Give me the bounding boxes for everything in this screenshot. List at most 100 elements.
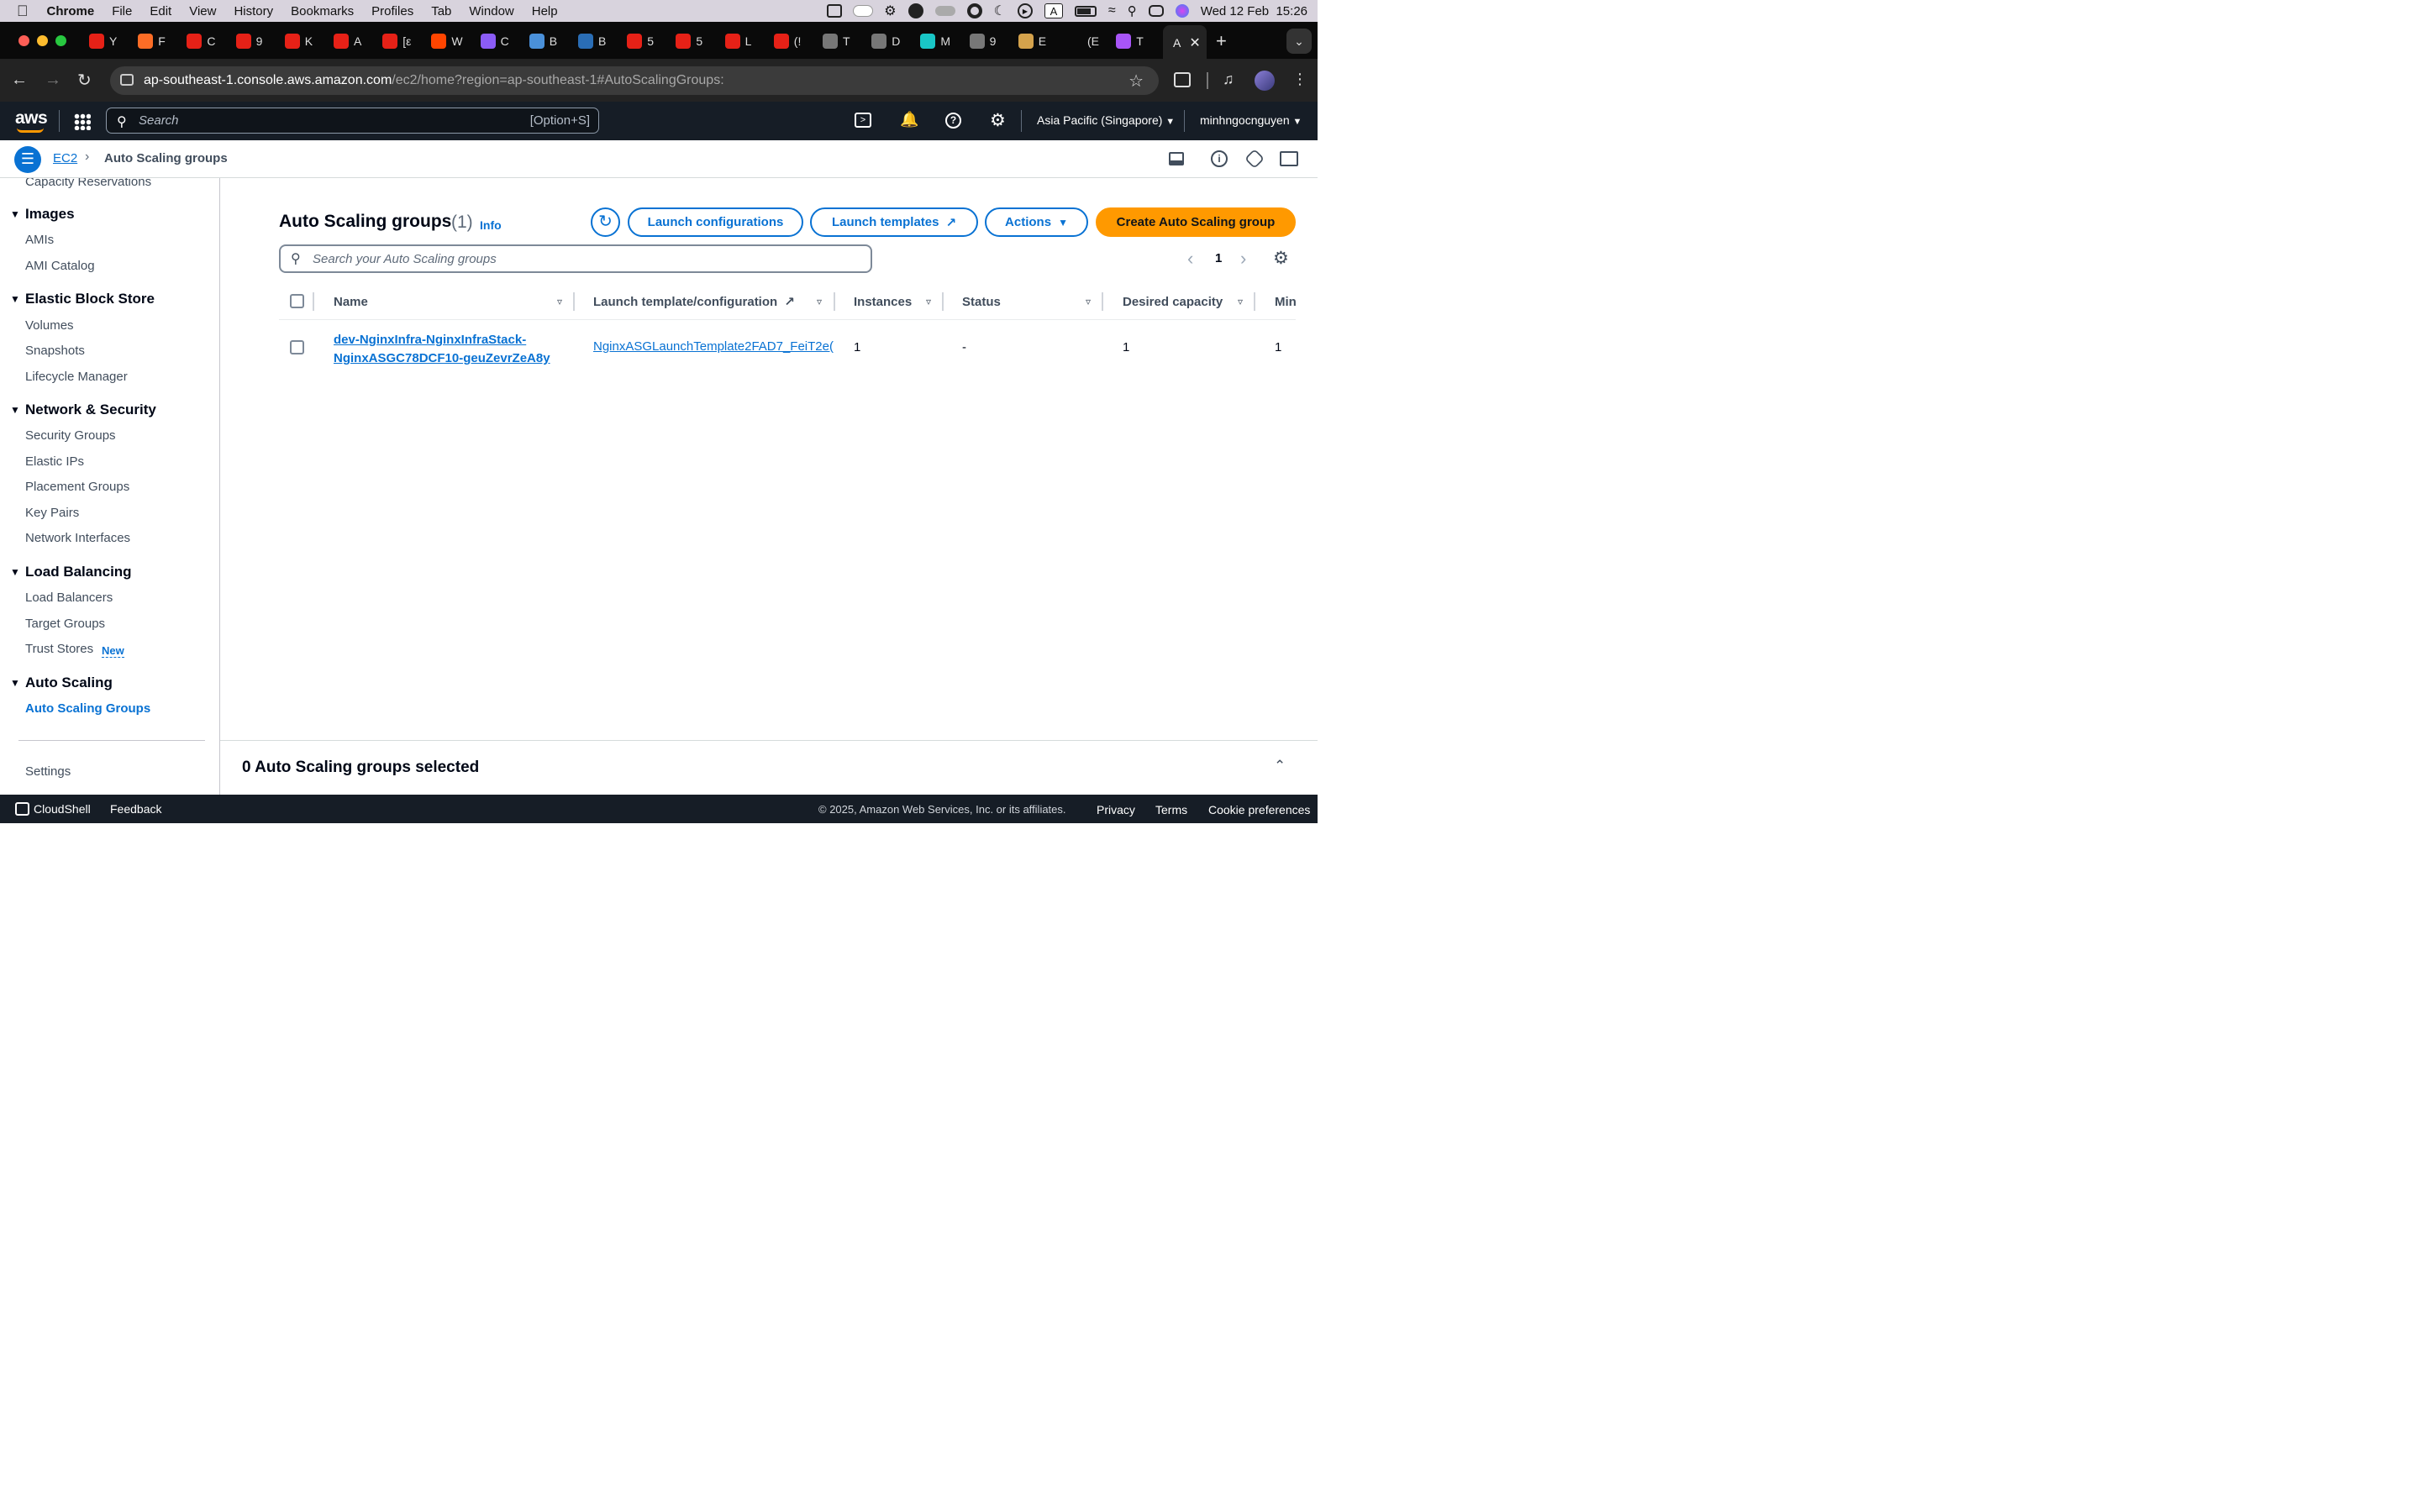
cloud-outline-icon[interactable]: [934, 6, 955, 16]
aws-search-bar[interactable]: ⚲ Search [Option+S]: [106, 108, 599, 134]
settings-gear-icon[interactable]: ⚙: [990, 110, 1006, 131]
menu-help[interactable]: Help: [532, 4, 558, 18]
url-bar[interactable]: ap-southeast-1.console.aws.amazon.com/ec…: [110, 66, 1159, 95]
browser-tab[interactable]: 9: [235, 29, 262, 54]
region-selector[interactable]: Asia Pacific (Singapore) ▼: [1037, 113, 1175, 127]
notifications-bell-icon[interactable]: 🔔: [900, 111, 918, 129]
hamburger-menu-icon[interactable]: ☰: [14, 146, 41, 173]
column-divider[interactable]: [573, 292, 575, 311]
panel-toggle-icon[interactable]: [1169, 152, 1184, 165]
sidebar-item-auto-scaling-groups[interactable]: Auto Scaling Groups: [25, 701, 150, 716]
tab-search-button[interactable]: ⌄: [1286, 29, 1312, 54]
sidebar-item-volumes[interactable]: Volumes: [25, 318, 74, 333]
browser-tab[interactable]: 5: [627, 29, 654, 54]
browser-tab[interactable]: B: [578, 29, 606, 54]
browser-tab[interactable]: W: [431, 29, 463, 54]
browser-tab[interactable]: E: [1018, 29, 1046, 54]
sidebar-item-security-groups[interactable]: Security Groups: [25, 428, 116, 443]
browser-tab[interactable]: M: [920, 29, 950, 54]
browser-tab[interactable]: C: [187, 29, 216, 54]
column-header-min[interactable]: Min: [1275, 292, 1296, 311]
site-info-icon[interactable]: [120, 74, 134, 86]
extensions-icon[interactable]: [1174, 72, 1191, 87]
sidebar-item-placement-groups[interactable]: Placement Groups: [25, 480, 129, 494]
cloud-icon[interactable]: [854, 6, 873, 16]
sidebar-section-images[interactable]: ▼ Images: [10, 206, 75, 223]
row-checkbox[interactable]: [290, 340, 304, 354]
browser-tab[interactable]: Y: [89, 29, 117, 54]
active-tab[interactable]: A ✕: [1163, 25, 1207, 60]
feature-panel-icon[interactable]: [1244, 148, 1265, 170]
input-source-icon[interactable]: A: [1044, 3, 1063, 18]
actions-button[interactable]: Actions ▼: [985, 207, 1088, 237]
sidebar-section-ebs[interactable]: ▼ Elastic Block Store: [10, 291, 155, 307]
control-center-icon[interactable]: [1148, 5, 1164, 17]
sort-icon[interactable]: ▿: [1086, 296, 1091, 307]
sidebar-section-network-security[interactable]: ▼ Network & Security: [10, 402, 156, 418]
spotlight-icon[interactable]: ⚲: [1128, 3, 1137, 18]
tutorial-panel-icon[interactable]: [1280, 151, 1298, 166]
browser-tab[interactable]: B: [529, 29, 557, 54]
cookie-preferences-link[interactable]: Cookie preferences: [1208, 803, 1310, 816]
menu-bookmarks[interactable]: Bookmarks: [291, 4, 354, 18]
chevron-up-icon[interactable]: ⌃: [1274, 758, 1286, 774]
browser-tab[interactable]: (!: [773, 29, 801, 54]
sidebar-item-ami-catalog[interactable]: AMI Catalog: [25, 259, 95, 273]
sidebar-item-key-pairs[interactable]: Key Pairs: [25, 506, 79, 520]
close-window-button[interactable]: [18, 35, 29, 46]
sort-icon[interactable]: ▿: [1238, 296, 1243, 307]
browser-tab[interactable]: C: [480, 29, 509, 54]
launch-template-link[interactable]: NginxASGLaunchTemplate2FAD7_FeiT2e(: [593, 339, 834, 354]
privacy-link[interactable]: Privacy: [1097, 803, 1135, 816]
menu-profiles[interactable]: Profiles: [371, 4, 413, 18]
menu-view[interactable]: View: [189, 4, 216, 18]
breadcrumb-ec2[interactable]: EC2: [53, 151, 77, 165]
siri-icon[interactable]: [1175, 4, 1189, 18]
column-divider[interactable]: [942, 292, 944, 311]
column-divider[interactable]: [1254, 292, 1255, 311]
browser-tab[interactable]: D: [871, 29, 900, 54]
sidebar-item-snapshots[interactable]: Snapshots: [25, 344, 85, 358]
browser-tab[interactable]: K: [284, 29, 313, 54]
minimize-window-button[interactable]: [37, 35, 48, 46]
refresh-button[interactable]: ↻: [591, 207, 620, 237]
browser-tab[interactable]: L: [724, 29, 751, 54]
aws-logo[interactable]: aws: [15, 108, 48, 129]
sidebar-item-amis[interactable]: AMIs: [25, 233, 54, 247]
play-icon[interactable]: ▶: [1017, 3, 1033, 18]
browser-tab[interactable]: A: [334, 29, 361, 54]
account-menu[interactable]: minhngocnguyen ▼: [1200, 113, 1302, 127]
column-divider[interactable]: [834, 292, 835, 311]
profile-avatar[interactable]: [1255, 71, 1275, 91]
info-panel-icon[interactable]: i: [1211, 150, 1228, 167]
cloudshell-icon[interactable]: >: [855, 113, 871, 128]
menu-edit[interactable]: Edit: [150, 4, 171, 18]
close-tab-icon[interactable]: ✕: [1189, 34, 1200, 51]
wifi-icon[interactable]: ≈: [1108, 3, 1116, 18]
sort-icon[interactable]: ▿: [817, 296, 822, 307]
forward-icon[interactable]: →: [45, 71, 61, 90]
sidebar-item-elastic-ips[interactable]: Elastic IPs: [25, 454, 84, 469]
column-header-name[interactable]: Name ▿: [334, 292, 564, 311]
menu-clock[interactable]: Wed 12 Feb 15:26: [1201, 4, 1307, 18]
sidebar-item-trust-stores[interactable]: Trust Stores: [25, 642, 93, 656]
column-divider[interactable]: [1102, 292, 1103, 311]
create-auto-scaling-group-button[interactable]: Create Auto Scaling group: [1096, 207, 1296, 237]
sidebar-item-load-balancers[interactable]: Load Balancers: [25, 591, 113, 605]
menu-tab[interactable]: Tab: [431, 4, 451, 18]
sidebar-item-capacity-reservations[interactable]: Capacity Reservations: [25, 178, 151, 189]
navigation-icon[interactable]: [908, 3, 923, 18]
column-header-launch-template[interactable]: Launch template/configuration ↗ ▿: [593, 292, 823, 311]
next-page-icon[interactable]: ›: [1240, 248, 1246, 270]
menu-file[interactable]: File: [112, 4, 132, 18]
group-search-input[interactable]: ⚲ Search your Auto Scaling groups: [279, 244, 872, 273]
launch-templates-button[interactable]: Launch templates ↗: [810, 207, 978, 237]
terms-link[interactable]: Terms: [1155, 803, 1187, 816]
bookmark-star-icon[interactable]: ☆: [1128, 71, 1144, 92]
feedback-link[interactable]: Feedback: [110, 802, 161, 816]
status-tool-icon[interactable]: ⚙: [884, 3, 896, 19]
info-link[interactable]: Info: [480, 218, 502, 232]
browser-tab[interactable]: [ε: [382, 29, 411, 54]
help-icon[interactable]: ?: [945, 113, 961, 129]
cloudshell-link[interactable]: CloudShell: [34, 802, 91, 816]
